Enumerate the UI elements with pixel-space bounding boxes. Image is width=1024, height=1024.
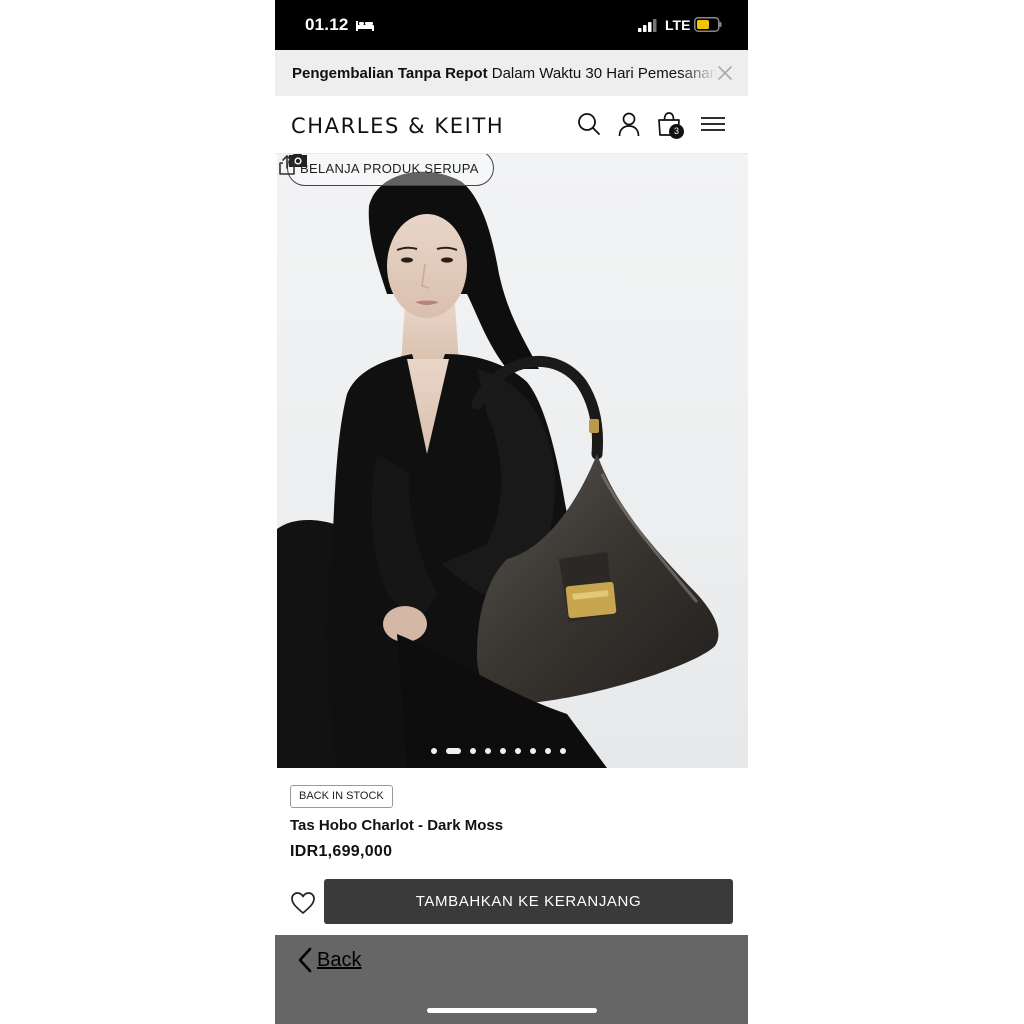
heart-outline-icon[interactable]: [290, 891, 316, 915]
announcement-bar: Pengembalian Tanpa Repot Dalam Waktu 30 …: [275, 50, 748, 96]
carousel-dot-active[interactable]: [446, 748, 461, 754]
model-with-bag-illustration: [277, 171, 719, 768]
product-image[interactable]: BELANJA PRODUK SERUPA: [277, 154, 748, 768]
brand-logo[interactable]: CHARLES & KEITH: [291, 114, 504, 138]
hamburger-menu-icon[interactable]: [700, 111, 726, 137]
back-in-stock-badge: BACK IN STOCK: [290, 785, 393, 808]
announcement-bold-text: Pengembalian Tanpa Repot: [292, 65, 488, 82]
home-indicator[interactable]: [427, 1008, 597, 1013]
bed-icon: [356, 21, 374, 31]
battery-low-icon: [694, 17, 722, 32]
carousel-dot[interactable]: [431, 748, 437, 754]
status-time: 01.12: [305, 15, 349, 34]
phone-screen: 01.12 LTE Pengembalian Tanpa Repot Dalam…: [275, 0, 748, 1024]
signal-bars-icon: [638, 19, 657, 32]
network-label: LTE: [665, 17, 691, 33]
announcement-fade: [680, 50, 748, 96]
share-icon[interactable]: [277, 154, 297, 176]
product-price: IDR1,699,000: [290, 843, 393, 860]
close-icon[interactable]: [715, 63, 735, 83]
chevron-left-icon: [298, 947, 312, 973]
shop-similar-button[interactable]: BELANJA PRODUK SERUPA: [287, 154, 494, 186]
site-header: CHARLES & KEITH 3: [275, 96, 748, 154]
shop-similar-label: BELANJA PRODUK SERUPA: [300, 160, 479, 176]
carousel-dot[interactable]: [485, 748, 491, 754]
carousel-dot[interactable]: [560, 748, 566, 754]
carousel-dots[interactable]: [431, 748, 566, 754]
back-button[interactable]: Back: [297, 947, 361, 973]
carousel-dot[interactable]: [545, 748, 551, 754]
back-label: Back: [317, 948, 362, 971]
carousel-dot[interactable]: [470, 748, 476, 754]
carousel-dot[interactable]: [515, 748, 521, 754]
product-name: Tas Hobo Charlot - Dark Moss: [290, 817, 504, 834]
search-icon[interactable]: [576, 111, 602, 137]
browser-bottom-bar: Back: [275, 935, 748, 1024]
cart-count-badge: 3: [669, 124, 684, 139]
carousel-dot[interactable]: [500, 748, 506, 754]
carousel-dot[interactable]: [530, 748, 536, 754]
announcement-text: Pengembalian Tanpa Repot Dalam Waktu 30 …: [292, 65, 718, 82]
add-to-cart-button[interactable]: TAMBAHKAN KE KERANJANG: [324, 879, 733, 924]
account-icon[interactable]: [616, 111, 642, 137]
status-bar: 01.12 LTE: [275, 0, 748, 50]
